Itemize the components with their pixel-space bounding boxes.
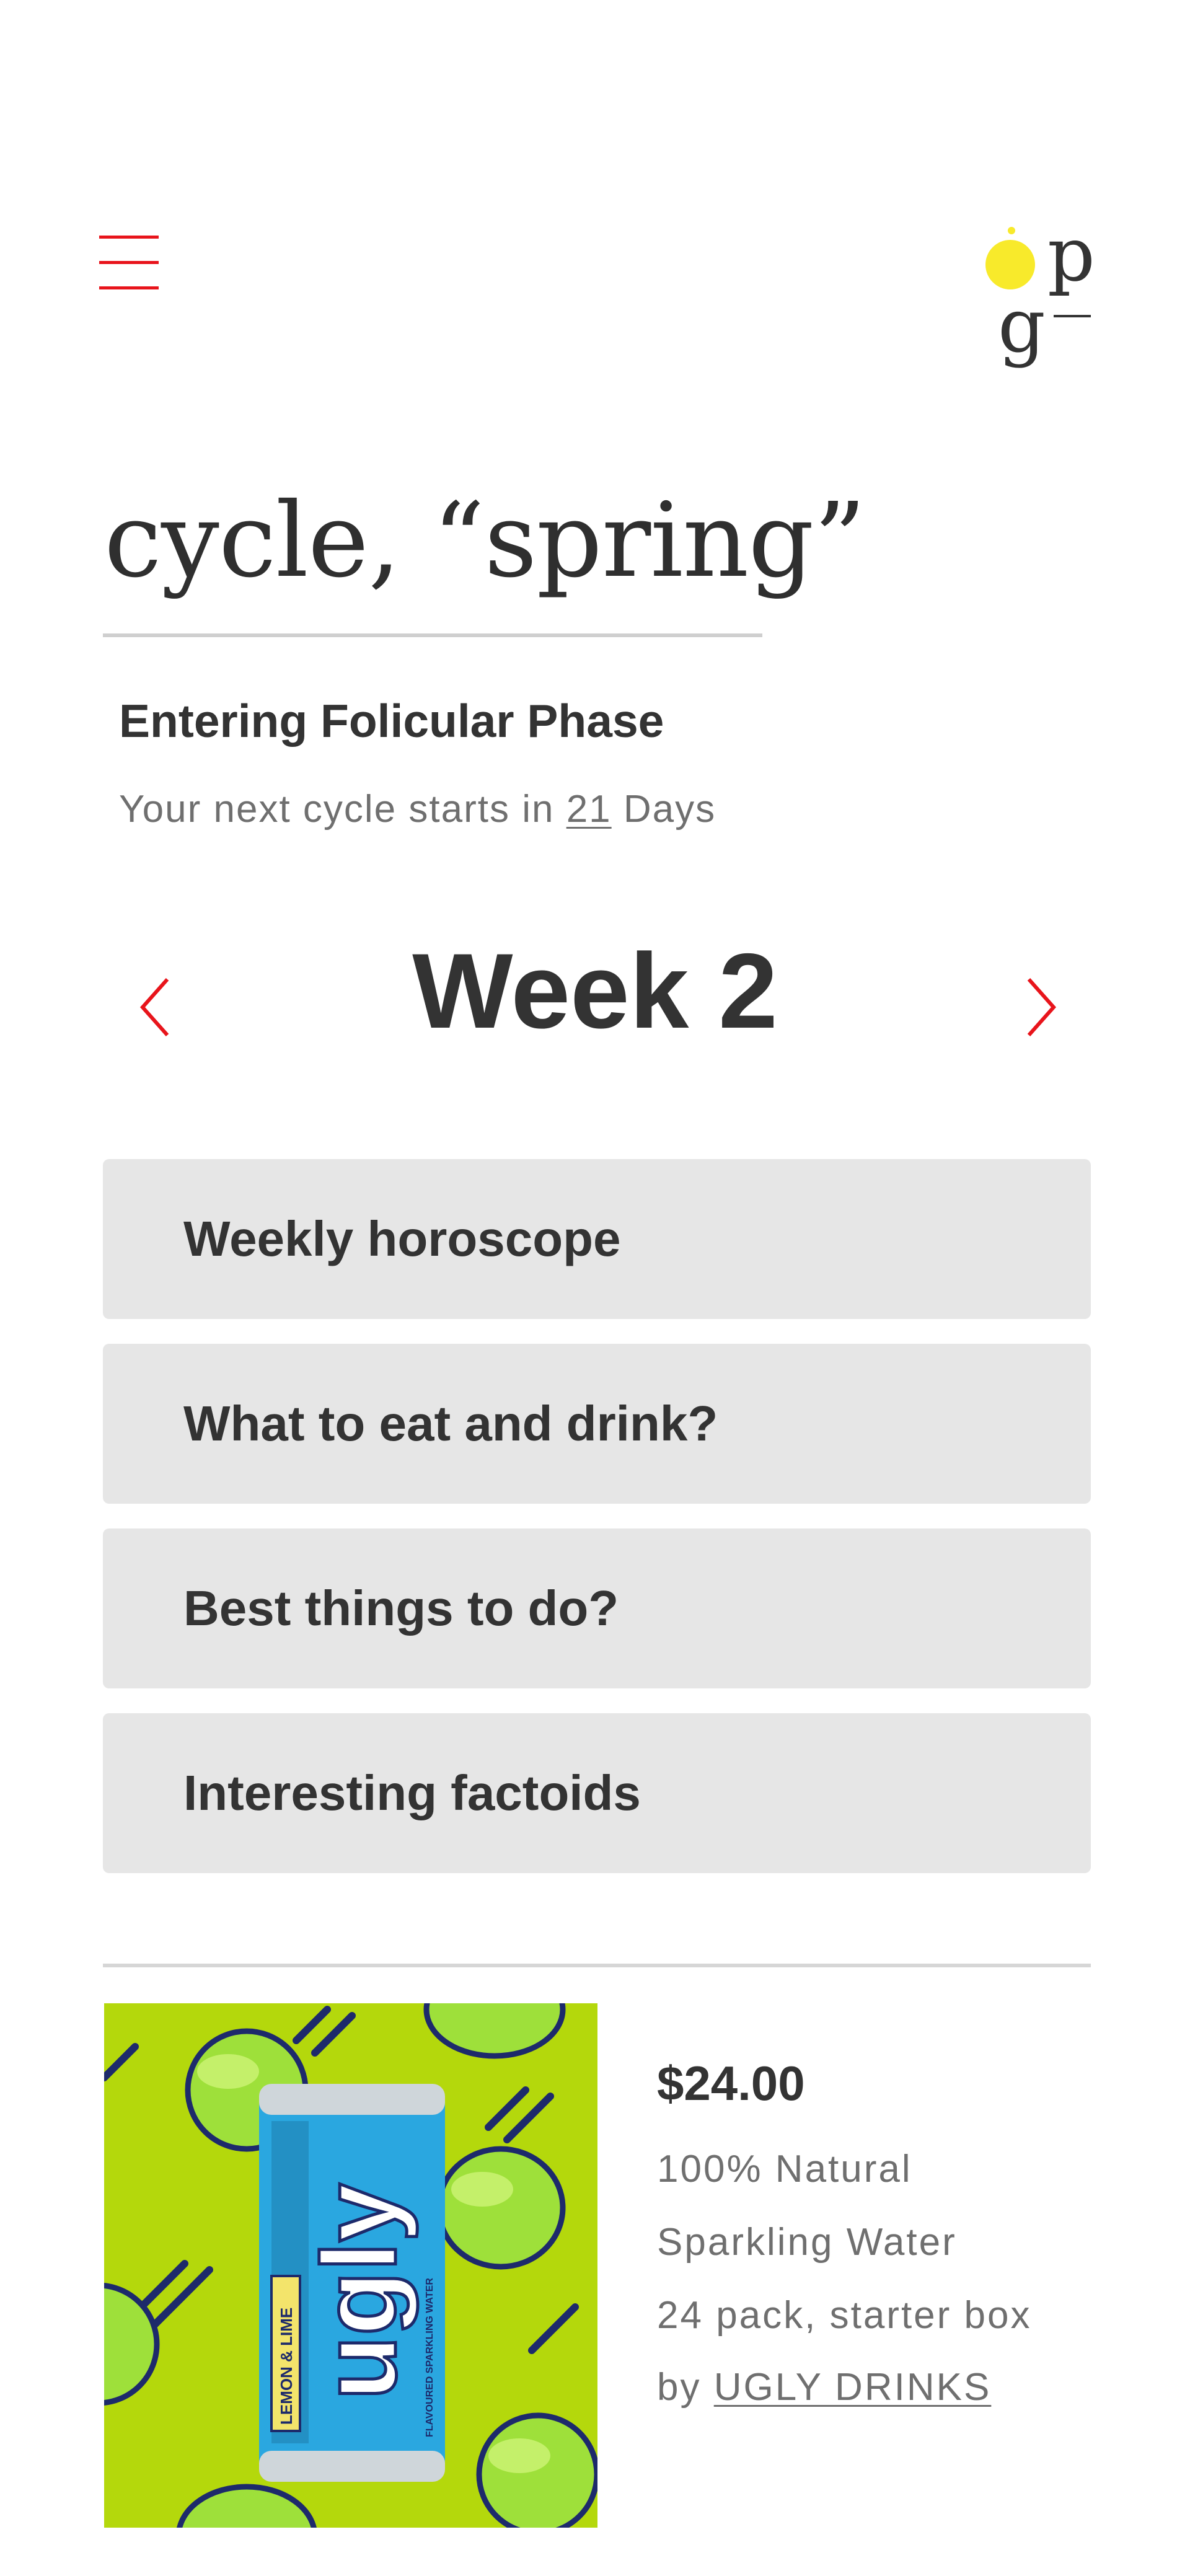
section-label: What to eat and drink? — [183, 1396, 718, 1451]
product-brand-line: by UGLY DRINKS — [657, 2365, 991, 2409]
product-desc-line-1: 100% Natural — [657, 2148, 912, 2190]
product-desc-line-3: 24 pack, starter box — [657, 2294, 1032, 2337]
section-label: Weekly horoscope — [183, 1211, 621, 1266]
page-title: cycle, “spring” — [104, 481, 866, 601]
phase-heading: Entering Folicular Phase — [119, 695, 664, 747]
factoids-button[interactable]: Interesting factoids — [103, 1713, 1091, 1873]
section-label: Interesting factoids — [183, 1765, 641, 1820]
next-cycle-text: Your next cycle starts in 21 Days — [119, 787, 716, 831]
product-price: $24.00 — [657, 2056, 805, 2111]
logo-letter-g: g — [998, 283, 1046, 369]
next-cycle-prefix: Your next cycle starts in — [119, 788, 566, 831]
week-title: Week 2 — [412, 932, 778, 1051]
section-label: Best things to do? — [183, 1581, 619, 1636]
can-logo: ugly — [301, 2184, 418, 2400]
hamburger-menu-icon — [99, 236, 159, 289]
product-desc-line-2: Sparkling Water — [657, 2221, 957, 2264]
chevron-left-icon — [139, 978, 169, 1036]
weekly-horoscope-button[interactable]: Weekly horoscope — [103, 1159, 1091, 1319]
next-cycle-suffix: Days — [611, 788, 716, 831]
prev-week-button[interactable] — [129, 973, 185, 1041]
eat-and-drink-button[interactable]: What to eat and drink? — [103, 1344, 1091, 1504]
things-to-do-button[interactable]: Best things to do? — [103, 1528, 1091, 1688]
menu-button[interactable] — [99, 233, 159, 293]
chevron-right-icon — [1027, 978, 1057, 1036]
logo[interactable]: p g — [979, 218, 1097, 379]
product-image[interactable]: LEMON & LIME ugly FLAVOURED SPARKLING WA… — [104, 2003, 597, 2528]
brand-link[interactable]: UGLY DRINKS — [714, 2366, 992, 2409]
logo-letter-p: p — [1047, 218, 1095, 298]
next-cycle-days: 21 — [566, 788, 612, 831]
section-divider — [103, 1964, 1091, 1967]
by-prefix: by — [657, 2366, 714, 2409]
can-side-label: LEMON & LIME — [277, 2308, 296, 2425]
title-underline — [103, 633, 762, 637]
can-small-text: FLAVOURED SPARKLING WATER — [425, 2278, 435, 2437]
next-week-button[interactable] — [1011, 973, 1067, 1041]
